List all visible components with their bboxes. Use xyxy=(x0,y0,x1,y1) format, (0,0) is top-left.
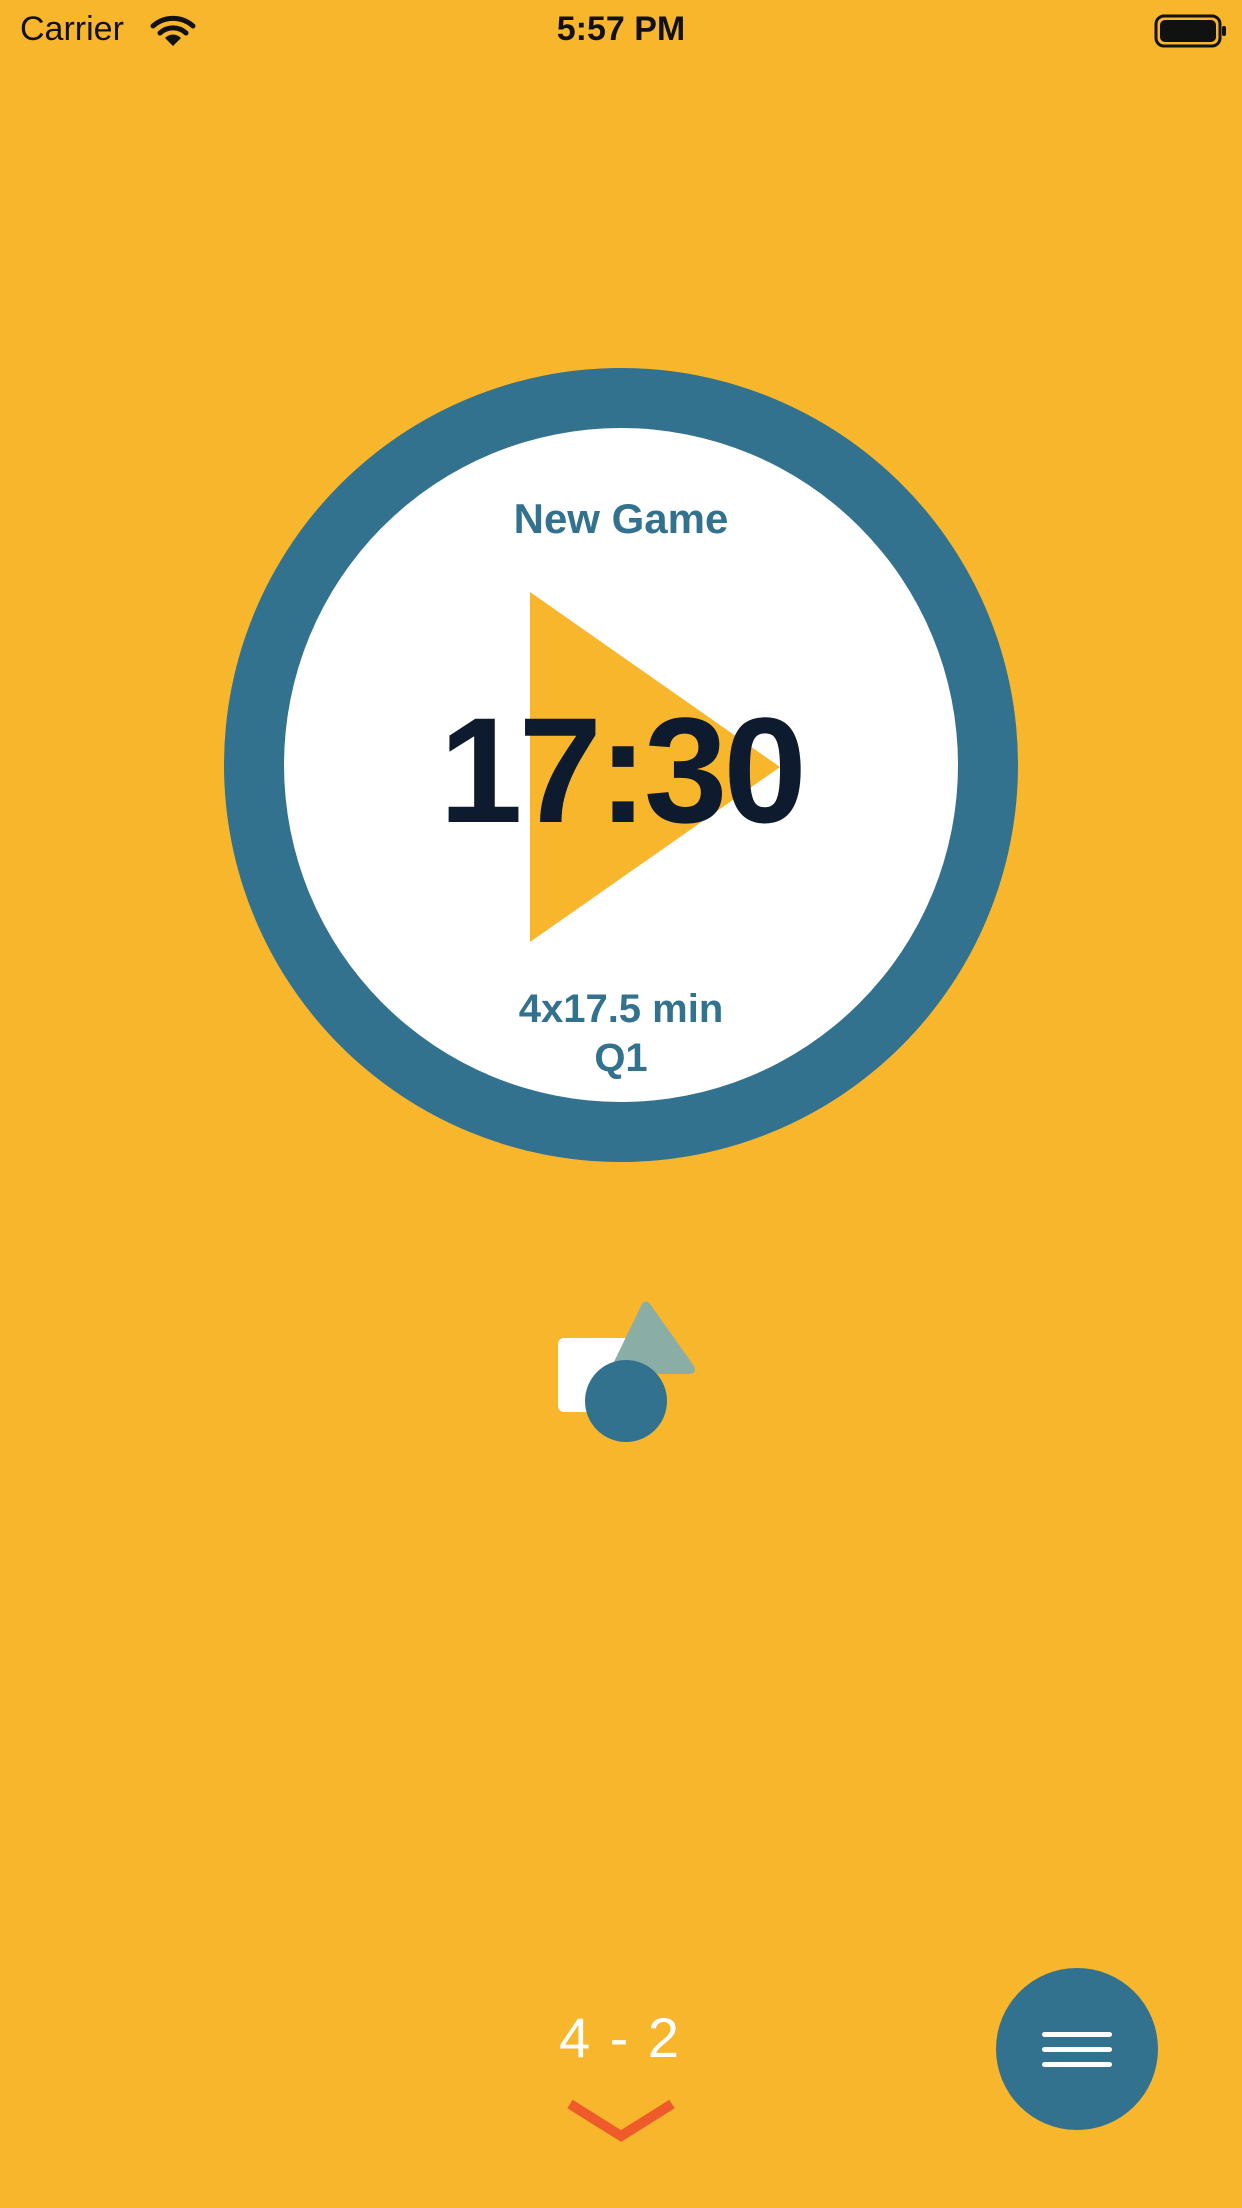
score-display[interactable]: 4 - 2 xyxy=(420,2005,820,2070)
hamburger-menu-icon xyxy=(1042,2047,1112,2052)
status-bar: Carrier 5:57 PM xyxy=(0,0,1242,60)
game-format: 4x17.5 min xyxy=(518,987,724,1031)
status-time: 5:57 PM xyxy=(556,10,686,48)
game-title: New Game xyxy=(513,495,729,542)
shapes-logo-icon xyxy=(558,1301,695,1442)
battery-icon xyxy=(1154,14,1226,48)
hamburger-menu-icon xyxy=(1042,2032,1112,2037)
hamburger-menu-icon xyxy=(1042,2062,1112,2067)
menu-button[interactable] xyxy=(996,1968,1158,2130)
game-period: Q1 xyxy=(594,1036,648,1080)
game-clock: 17:30 xyxy=(439,686,807,854)
chevron-down-icon[interactable] xyxy=(566,2098,676,2142)
